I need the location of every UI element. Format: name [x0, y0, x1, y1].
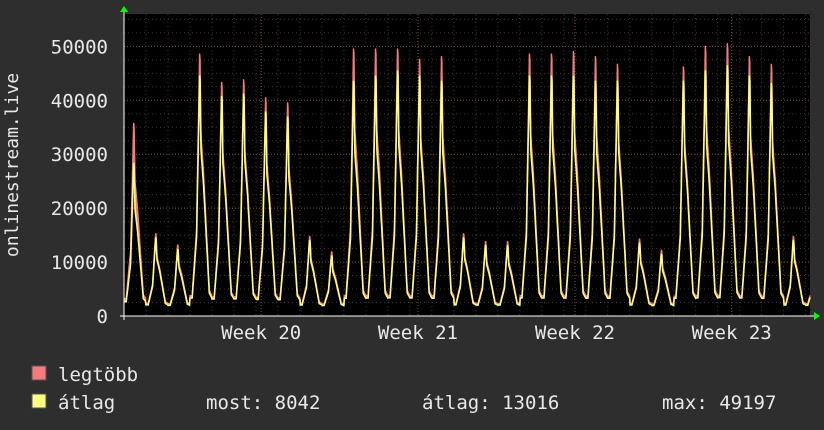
y-axis-label: onlinestream.live — [2, 73, 23, 257]
y-tick-label: 10000 — [51, 252, 108, 274]
y-tick-label: 0 — [97, 306, 108, 328]
y-tick-label: 30000 — [51, 144, 108, 166]
legend-label-max: legtöbb — [58, 364, 138, 386]
x-tick-label: Week 23 — [692, 322, 772, 344]
x-tick-label: Week 20 — [221, 322, 301, 344]
y-tick-label: 50000 — [51, 36, 108, 58]
stat-now: most: 8042 — [206, 392, 320, 414]
y-tick-label: 40000 — [51, 90, 108, 112]
legend-label-avg: átlag — [58, 392, 115, 414]
stat-average: átlag: 13016 — [422, 392, 559, 414]
y-tick-label: 20000 — [51, 198, 108, 220]
stat-max: max: 49197 — [662, 392, 776, 414]
legend-swatch-avg — [31, 393, 47, 409]
legend-swatch-max — [31, 365, 47, 381]
x-tick-label: Week 22 — [535, 322, 615, 344]
x-tick-label: Week 21 — [378, 322, 458, 344]
chart: 0 10000 20000 30000 40000 50000 Week 20 Week 2… — [0, 0, 824, 430]
